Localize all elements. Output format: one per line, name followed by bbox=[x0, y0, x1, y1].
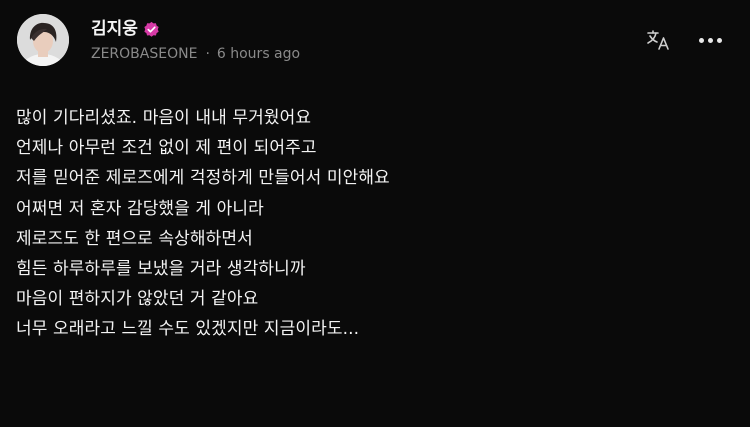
more-options-button[interactable] bbox=[692, 27, 728, 53]
more-horizontal-icon bbox=[698, 37, 722, 43]
post-text-line: 제로즈도 한 편으로 속상해하면서 bbox=[16, 228, 253, 249]
post-meta: ZEROBASEONE · 6 hours ago bbox=[91, 45, 300, 63]
post-text-line: 마음이 편하지가 않았던 거 같아요 bbox=[16, 289, 259, 310]
avatar-image bbox=[17, 14, 69, 66]
post-body: 많이 기다리셨죠. 마음이 내내 무거웠어요 언제나 아무런 조건 없이 제 편… bbox=[16, 103, 716, 345]
verified-badge-icon bbox=[143, 21, 160, 38]
avatar[interactable] bbox=[17, 14, 69, 66]
translate-button[interactable] bbox=[644, 27, 674, 53]
post-text-line: 어쩌면 저 혼자 감당했을 게 아니라 bbox=[16, 198, 264, 219]
post-text-line: 언제나 아무런 조건 없이 제 편이 되어주고 bbox=[16, 138, 317, 159]
meta-separator: · bbox=[205, 46, 210, 62]
post-timestamp: 6 hours ago bbox=[216, 46, 301, 62]
group-name: ZEROBASEONE bbox=[91, 46, 198, 62]
post-text-line: 저를 믿어준 제로즈에게 걱정하게 만들어서 미안해요 bbox=[16, 168, 390, 189]
translate-icon bbox=[647, 30, 669, 50]
post-text-line: 많이 기다리셨죠. 마음이 내내 무거웠어요 bbox=[16, 108, 312, 128]
post-text-line: 너무 오래라고 느낄 수도 있겠지만 지금이라도... bbox=[16, 319, 360, 340]
author-name[interactable]: 김지웅 bbox=[91, 19, 138, 39]
post-card: 김지웅 ZEROBASEONE · 6 hours ago 많이 기다리셨죠. … bbox=[0, 0, 750, 427]
post-text-line: 힘든 하루하루를 보냈을 거라 생각하니까 bbox=[16, 259, 306, 280]
author-row: 김지웅 bbox=[91, 19, 160, 39]
